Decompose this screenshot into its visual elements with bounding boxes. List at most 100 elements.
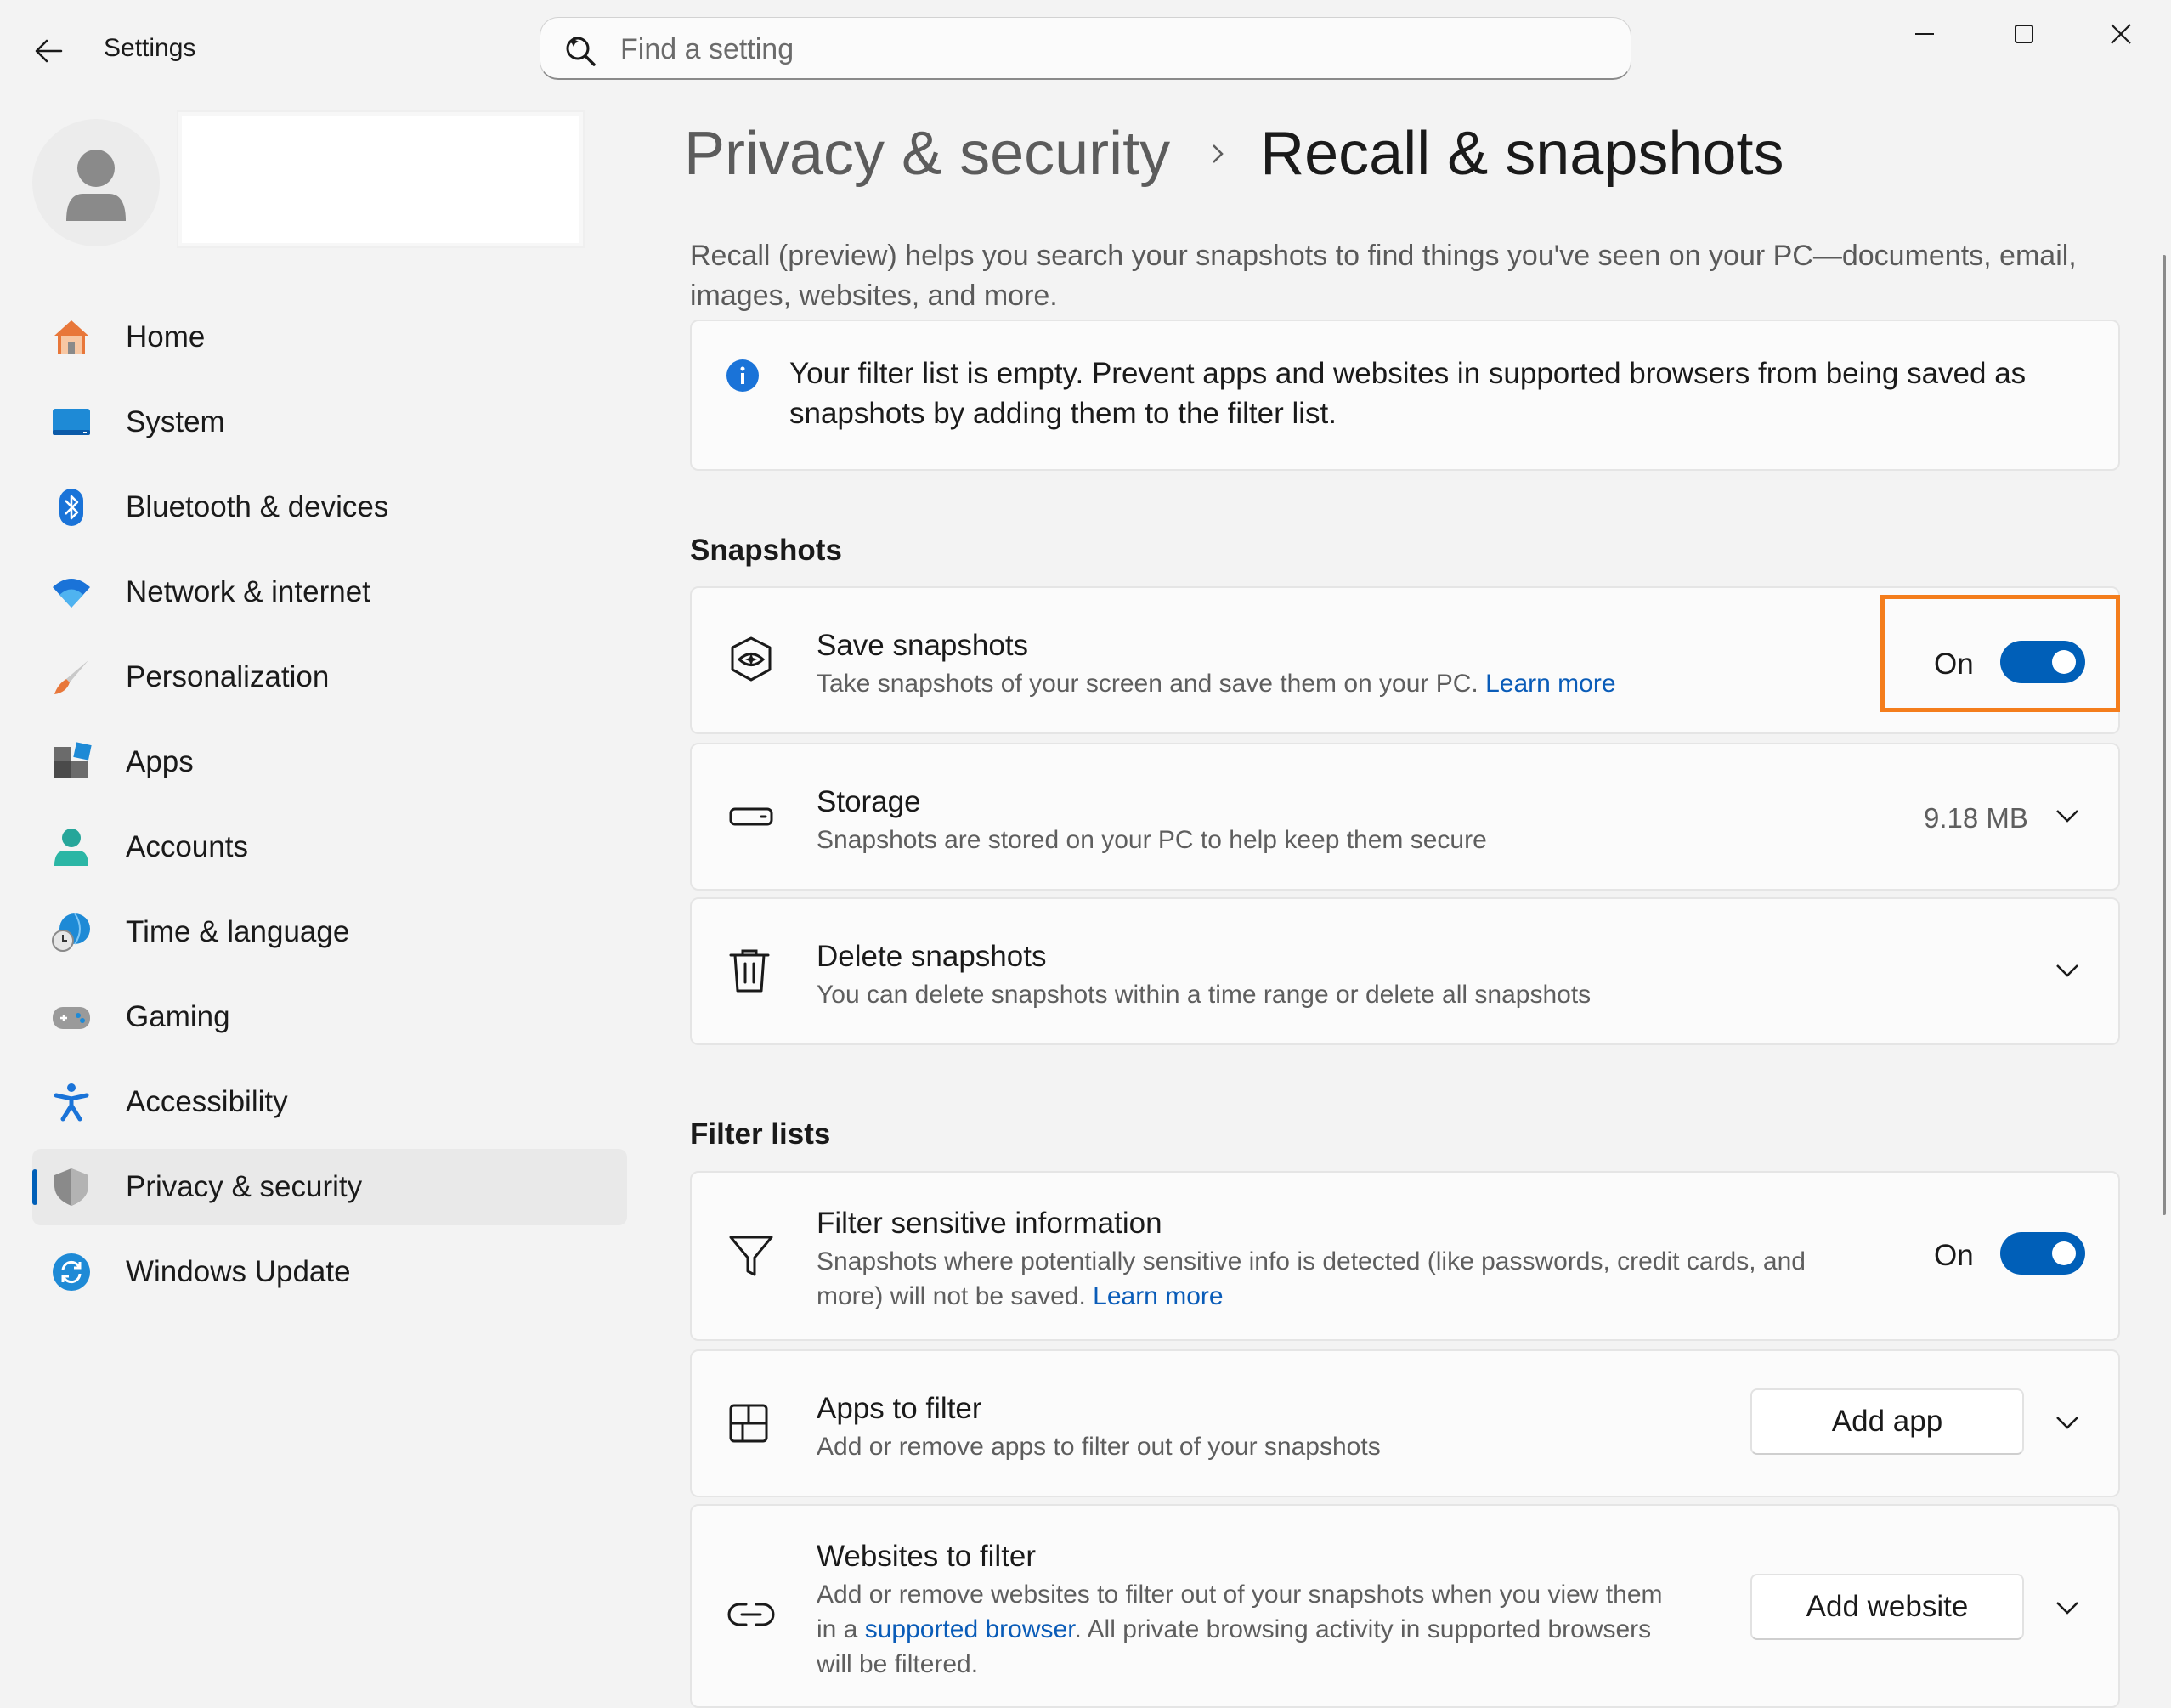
minimize-button[interactable] [1882,8,1967,59]
sidebar-item-time-language[interactable]: Time & language [32,894,627,970]
chevron-down-icon[interactable] [2055,1599,2080,1616]
sidebar-item-windows-update[interactable]: Windows Update [32,1234,627,1310]
sidebar-item-apps[interactable]: Apps [32,724,627,800]
gamepad-icon [53,1007,90,1029]
section-title-filter-lists: Filter lists [690,1117,831,1151]
accounts-icon [54,829,88,866]
scrollbar[interactable] [2163,255,2166,1215]
sidebar-item-label: Apps [126,745,194,778]
apps-to-filter-desc: Add or remove apps to filter out of your… [817,1433,1381,1461]
sidebar-item-label: Personalization [126,660,330,693]
storage-row[interactable]: Storage Snapshots are stored on your PC … [690,743,2120,891]
section-title-snapshots: Snapshots [690,534,842,567]
add-app-button[interactable]: Add app [1750,1388,2024,1455]
info-icon [726,359,759,392]
sidebar-item-label: Privacy & security [126,1170,363,1203]
filter-sensitive-desc-line1: Snapshots where potentially sensitive in… [817,1247,1806,1275]
sidebar-item-accounts[interactable]: Accounts [32,809,627,885]
sidebar-item-label: Accounts [126,830,248,863]
learn-more-link[interactable]: Learn more [1485,670,1615,698]
supported-browser-link[interactable]: supported browser [865,1615,1075,1643]
save-snapshots-title: Save snapshots [817,629,1029,662]
brush-icon [54,660,88,694]
websites-desc-line2-suffix: . All private browsing activity in suppo… [1074,1615,1652,1643]
toggle-knob [2052,1241,2076,1265]
snapshot-icon [731,636,772,682]
back-arrow-icon [35,39,63,63]
filter-sensitive-desc: Snapshots where potentially sensitive in… [817,1244,1862,1314]
websites-desc-line2-prefix: in a [817,1615,865,1643]
websites-desc-line3: will be filtered. [817,1650,979,1678]
maximize-icon [2015,25,2033,43]
sidebar-item-bluetooth[interactable]: Bluetooth & devices [32,469,627,546]
page-title: Recall & snapshots [1260,120,1784,188]
info-banner-text: Your filter list is empty. Prevent apps … [789,357,2027,430]
sidebar-item-personalization[interactable]: Personalization [32,639,627,715]
trash-icon [729,949,770,993]
account-name-card [178,112,583,246]
app-title: Settings [104,34,196,62]
sidebar-item-privacy-security[interactable]: Privacy & security [32,1149,627,1225]
back-button[interactable] [15,25,82,76]
highlight-box [1880,595,2120,712]
wifi-icon [53,579,90,608]
page-description: Recall (preview) helps you search your s… [690,240,2077,312]
breadcrumb-parent[interactable]: Privacy & security [684,119,1170,189]
search-icon [566,37,596,66]
sidebar-item-gaming[interactable]: Gaming [32,979,627,1055]
filter-sensitive-desc-line2: more) will not be saved. [817,1282,1094,1310]
storage-value: 9.18 MB [1924,802,2028,834]
sidebar-item-label: Accessibility [126,1085,288,1118]
websites-to-filter-title: Websites to filter [817,1540,1037,1573]
update-icon [53,1253,90,1291]
filter-sensitive-toggle[interactable] [2000,1232,2085,1275]
filter-sensitive-title: Filter sensitive information [817,1207,1162,1240]
selected-indicator [32,1169,37,1205]
save-snapshots-desc-text: Take snapshots of your screen and save t… [817,670,1486,698]
globe-clock-icon [52,913,90,952]
breadcrumb: Privacy & security Recall & snapshots [684,119,1784,189]
learn-more-link[interactable]: Learn more [1093,1282,1223,1310]
accessibility-icon [54,1083,89,1122]
sidebar-item-system[interactable]: System [32,384,627,461]
sidebar-item-home[interactable]: Home [32,299,627,376]
apps-icon [54,742,92,778]
delete-snapshots-title: Delete snapshots [817,940,1047,973]
system-icon [53,409,90,435]
apps-to-filter-row[interactable]: Apps to filter Add or remove apps to fil… [690,1349,2120,1497]
websites-desc-line1: Add or remove websites to filter out of … [817,1581,1663,1609]
link-icon [727,1603,775,1626]
chevron-down-icon[interactable] [2055,1414,2080,1431]
apps-to-filter-title: Apps to filter [817,1392,982,1425]
chevron-down-icon[interactable] [2055,962,2080,979]
info-banner: Your filter list is empty. Prevent apps … [690,320,2120,471]
breadcrumb-chevron-icon [1209,141,1226,167]
sidebar-item-label: Home [126,320,206,353]
sidebar-item-label: Time & language [126,915,350,948]
filter-sensitive-state: On [1934,1239,1974,1272]
home-icon [54,320,88,354]
person-icon [66,150,126,221]
shield-icon [54,1168,88,1206]
filter-sensitive-row: Filter sensitive information Snapshots w… [690,1171,2120,1341]
storage-icon [729,807,773,826]
avatar[interactable] [32,119,160,246]
delete-snapshots-row[interactable]: Delete snapshots You can delete snapshot… [690,897,2120,1045]
close-icon [2111,24,2131,44]
websites-to-filter-row[interactable]: Websites to filter Add or remove website… [690,1504,2120,1708]
sidebar-item-network[interactable]: Network & internet [32,554,627,631]
search-input[interactable]: Find a setting [540,17,1631,80]
add-website-button[interactable]: Add website [1750,1574,2024,1640]
maximize-button[interactable] [1982,8,2066,59]
sidebar-item-accessibility[interactable]: Accessibility [32,1064,627,1140]
sidebar-item-label: Gaming [126,1000,230,1033]
sidebar-item-label: System [126,405,225,438]
search-placeholder: Find a setting [620,33,794,65]
sidebar-nav: Home System Bluetooth & devices Network … [32,299,627,1319]
save-snapshots-desc: Take snapshots of your screen and save t… [817,666,1616,701]
minimize-icon [1915,33,1934,35]
websites-to-filter-desc: Add or remove websites to filter out of … [817,1577,1734,1682]
filter-icon [729,1236,773,1276]
chevron-down-icon[interactable] [2055,807,2080,824]
close-button[interactable] [2078,8,2163,59]
